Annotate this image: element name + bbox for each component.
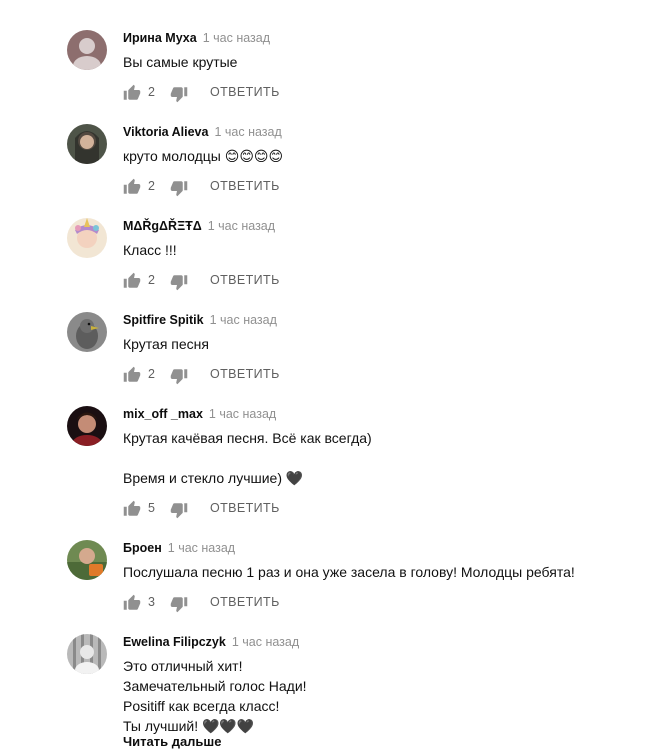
thumbs-up-icon — [123, 178, 141, 194]
reply-button[interactable]: ОТВЕТИТЬ — [210, 85, 280, 99]
thumbs-down-icon — [170, 87, 188, 103]
comment-header: Ирина Муха 1 час назад — [123, 30, 270, 46]
comment-time[interactable]: 1 час назад — [209, 407, 276, 421]
like-count: 2 — [148, 367, 155, 381]
comment-time[interactable]: 1 час назад — [208, 219, 275, 233]
comment-time[interactable]: 1 час назад — [232, 635, 299, 649]
like-button[interactable] — [123, 594, 141, 612]
comment-author[interactable]: Ирина Муха — [123, 31, 197, 45]
comment-time[interactable]: 1 час назад — [168, 541, 235, 555]
comment-author[interactable]: Ewelina Filipczyk — [123, 635, 226, 649]
comment-text: Это отличный хит! Замечательный голос На… — [123, 658, 307, 734]
comment-text: Вы самые крутые — [123, 54, 238, 70]
thumbs-up-icon — [123, 500, 141, 516]
reply-button[interactable]: ОТВЕТИТЬ — [210, 273, 280, 287]
comment-header: MΔŘgΔŘΞŦΔ 1 час назад — [123, 218, 275, 234]
reply-button[interactable]: ОТВЕТИТЬ — [210, 501, 280, 515]
comment-header: Ewelina Filipczyk 1 час назад — [123, 634, 299, 650]
like-count: 2 — [148, 273, 155, 287]
comment-header: Spitfire Spitik 1 час назад — [123, 312, 277, 328]
dislike-button[interactable] — [170, 367, 188, 385]
reply-button[interactable]: ОТВЕТИТЬ — [210, 179, 280, 193]
like-count: 5 — [148, 501, 155, 515]
comment-text: Послушала песню 1 раз и она уже засела в… — [123, 564, 575, 580]
avatar[interactable] — [67, 406, 107, 446]
thumbs-up-icon — [123, 272, 141, 288]
comment-time[interactable]: 1 час назад — [203, 31, 270, 45]
comment-header: Броен 1 час назад — [123, 540, 235, 556]
reply-button[interactable]: ОТВЕТИТЬ — [210, 595, 280, 609]
thumbs-down-icon — [170, 503, 188, 519]
like-button[interactable] — [123, 84, 141, 102]
like-button[interactable] — [123, 500, 141, 518]
like-count: 3 — [148, 595, 155, 609]
thumbs-down-icon — [170, 369, 188, 385]
avatar[interactable] — [67, 218, 107, 258]
like-button[interactable] — [123, 366, 141, 384]
avatar[interactable] — [67, 124, 107, 164]
like-count: 2 — [148, 179, 155, 193]
comment-header: mix_off _max 1 час назад — [123, 406, 276, 422]
comment-text: Крутая качёвая песня. Всё как всегда) Вр… — [123, 430, 372, 486]
comment-author[interactable]: Броен — [123, 541, 162, 555]
comment-author[interactable]: Spitfire Spitik — [123, 313, 204, 327]
read-more-link[interactable]: Читать дальше — [123, 734, 222, 749]
comment-author[interactable]: MΔŘgΔŘΞŦΔ — [123, 219, 202, 233]
avatar[interactable] — [67, 540, 107, 580]
like-button[interactable] — [123, 272, 141, 290]
comment-time[interactable]: 1 час назад — [210, 313, 277, 327]
thumbs-down-icon — [170, 597, 188, 613]
comment-author[interactable]: Viktoria Alieva — [123, 125, 208, 139]
avatar[interactable] — [67, 30, 107, 70]
dislike-button[interactable] — [170, 273, 188, 291]
dislike-button[interactable] — [170, 595, 188, 613]
avatar[interactable] — [67, 312, 107, 352]
thumbs-up-icon — [123, 594, 141, 610]
reply-button[interactable]: ОТВЕТИТЬ — [210, 367, 280, 381]
dislike-button[interactable] — [170, 85, 188, 103]
dislike-button[interactable] — [170, 179, 188, 197]
thumbs-up-icon — [123, 366, 141, 382]
comment-text: круто молодцы 😊😊😊😊 — [123, 148, 284, 164]
thumbs-up-icon — [123, 84, 141, 100]
like-count: 2 — [148, 85, 155, 99]
comment-author[interactable]: mix_off _max — [123, 407, 203, 421]
comment-header: Viktoria Alieva 1 час назад — [123, 124, 282, 140]
comment-text: Класс !!! — [123, 242, 177, 258]
comment-time[interactable]: 1 час назад — [214, 125, 281, 139]
thumbs-down-icon — [170, 275, 188, 291]
dislike-button[interactable] — [170, 501, 188, 519]
comment-text: Крутая песня — [123, 336, 209, 352]
like-button[interactable] — [123, 178, 141, 196]
avatar[interactable] — [67, 634, 107, 674]
thumbs-down-icon — [170, 181, 188, 197]
